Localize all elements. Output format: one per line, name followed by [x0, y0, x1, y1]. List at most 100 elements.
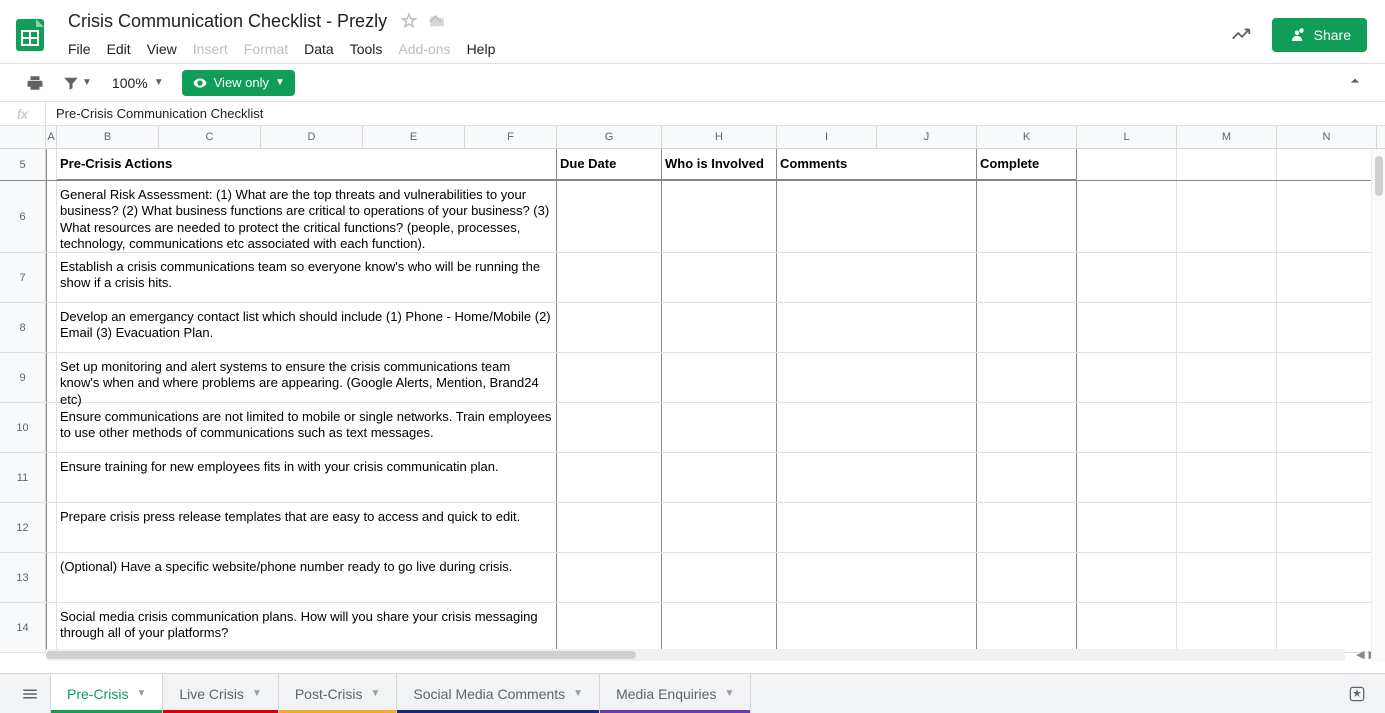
- cell[interactable]: [557, 453, 662, 502]
- menu-view[interactable]: View: [139, 37, 185, 61]
- cell[interactable]: [46, 503, 57, 552]
- cell[interactable]: [1077, 353, 1177, 402]
- cell[interactable]: Develop an emergancy contact list which …: [57, 303, 557, 352]
- sheet-tab[interactable]: Live Crisis▼: [163, 674, 278, 713]
- cell[interactable]: [557, 353, 662, 402]
- col-header-b[interactable]: B: [57, 126, 159, 148]
- doc-title[interactable]: Crisis Communication Checklist - Prezly: [64, 9, 391, 34]
- tab-caret-icon[interactable]: ▼: [136, 688, 146, 699]
- row-header[interactable]: 7: [0, 253, 46, 302]
- share-button[interactable]: Share: [1272, 18, 1367, 52]
- cell[interactable]: [1177, 149, 1277, 180]
- cell[interactable]: [1277, 553, 1377, 602]
- cell[interactable]: [977, 181, 1077, 252]
- formula-content[interactable]: Pre-Crisis Communication Checklist: [46, 106, 263, 121]
- col-header-g[interactable]: G: [557, 126, 662, 148]
- cell[interactable]: [977, 253, 1077, 302]
- cell[interactable]: [1077, 181, 1177, 252]
- cell[interactable]: [977, 403, 1077, 452]
- cell[interactable]: [1277, 603, 1377, 652]
- cell[interactable]: Set up monitoring and alert systems to e…: [57, 353, 557, 402]
- cell[interactable]: [977, 303, 1077, 352]
- sheet-tab[interactable]: Pre-Crisis▼: [50, 674, 163, 713]
- cell[interactable]: [977, 453, 1077, 502]
- cell[interactable]: Ensure training for new employees fits i…: [57, 453, 557, 502]
- star-icon[interactable]: [399, 11, 419, 31]
- col-header-m[interactable]: M: [1177, 126, 1277, 148]
- sheet-tab[interactable]: Media Enquiries▼: [600, 674, 751, 713]
- explore-button[interactable]: [1339, 674, 1375, 713]
- vertical-scrollbar[interactable]: [1371, 150, 1385, 661]
- cell[interactable]: [557, 553, 662, 602]
- cell[interactable]: [1177, 303, 1277, 352]
- menu-data[interactable]: Data: [296, 37, 342, 61]
- cell[interactable]: [777, 353, 977, 402]
- row-header[interactable]: 11: [0, 453, 46, 502]
- cell[interactable]: [1277, 403, 1377, 452]
- col-header-e[interactable]: E: [363, 126, 465, 148]
- col-header-h[interactable]: H: [662, 126, 777, 148]
- col-header-j[interactable]: J: [877, 126, 977, 148]
- cell[interactable]: [46, 453, 57, 502]
- tab-caret-icon[interactable]: ▼: [724, 688, 734, 699]
- cell[interactable]: [557, 403, 662, 452]
- cell[interactable]: [1077, 303, 1177, 352]
- menu-file[interactable]: File: [60, 37, 99, 61]
- horizontal-scrollbar[interactable]: [46, 649, 1345, 661]
- sheets-logo[interactable]: [10, 10, 50, 60]
- cell[interactable]: [1277, 149, 1377, 180]
- cell[interactable]: [662, 453, 777, 502]
- cell[interactable]: [777, 303, 977, 352]
- cell[interactable]: [1277, 303, 1377, 352]
- view-only-button[interactable]: View only ▼: [182, 70, 295, 96]
- cell[interactable]: [1077, 403, 1177, 452]
- cell[interactable]: [662, 403, 777, 452]
- cell[interactable]: [46, 149, 57, 180]
- sheet-tab[interactable]: Social Media Comments▼: [397, 674, 600, 713]
- move-icon[interactable]: [427, 11, 447, 31]
- row-header[interactable]: 13: [0, 553, 46, 602]
- cell[interactable]: [777, 253, 977, 302]
- tab-caret-icon[interactable]: ▼: [371, 688, 381, 699]
- col-header-c[interactable]: C: [159, 126, 261, 148]
- cell[interactable]: [46, 353, 57, 402]
- row-header[interactable]: 5: [0, 149, 46, 180]
- cell[interactable]: [662, 253, 777, 302]
- cell[interactable]: Comments: [777, 149, 977, 180]
- zoom-caret-icon[interactable]: ▼: [154, 77, 164, 88]
- cell[interactable]: [977, 353, 1077, 402]
- cell[interactable]: [1277, 453, 1377, 502]
- cell[interactable]: [662, 553, 777, 602]
- cell[interactable]: Who is Involved: [662, 149, 777, 180]
- cell[interactable]: [662, 353, 777, 402]
- cell[interactable]: [46, 253, 57, 302]
- cell[interactable]: [777, 503, 977, 552]
- cell[interactable]: Complete: [977, 149, 1077, 180]
- row-header[interactable]: 6: [0, 181, 46, 252]
- cell[interactable]: [46, 603, 57, 652]
- cell[interactable]: [46, 181, 57, 252]
- tab-caret-icon[interactable]: ▼: [252, 688, 262, 699]
- col-header-i[interactable]: I: [777, 126, 877, 148]
- cell[interactable]: [1277, 253, 1377, 302]
- spreadsheet-grid[interactable]: ABCDEFGHIJKLMN 5Pre-Crisis ActionsDue Da…: [0, 126, 1385, 661]
- cell[interactable]: [557, 181, 662, 252]
- row-header[interactable]: 10: [0, 403, 46, 452]
- cell[interactable]: [1077, 503, 1177, 552]
- cell[interactable]: General Risk Assessment: (1) What are th…: [57, 181, 557, 252]
- cell[interactable]: Prepare crisis press release templates t…: [57, 503, 557, 552]
- cell[interactable]: [777, 553, 977, 602]
- filter-caret-icon[interactable]: ▼: [82, 77, 92, 88]
- cell[interactable]: [557, 503, 662, 552]
- cell[interactable]: [1177, 553, 1277, 602]
- cell[interactable]: Due Date: [557, 149, 662, 180]
- cell[interactable]: [662, 503, 777, 552]
- cell[interactable]: [46, 303, 57, 352]
- activity-icon[interactable]: [1230, 23, 1252, 48]
- collapse-icon[interactable]: [1345, 71, 1365, 94]
- cell[interactable]: [977, 553, 1077, 602]
- cell[interactable]: [662, 181, 777, 252]
- row-header[interactable]: 14: [0, 603, 46, 652]
- cell[interactable]: [777, 603, 977, 652]
- cell[interactable]: [46, 553, 57, 602]
